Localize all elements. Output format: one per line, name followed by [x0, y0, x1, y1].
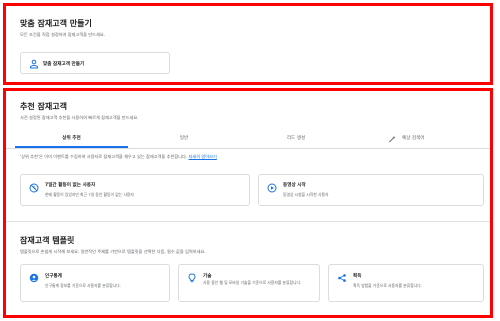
card-title: 기술: [203, 274, 212, 279]
tab-top-picks[interactable]: 상위 추천: [15, 131, 128, 147]
tab-predictive[interactable]: 예상 검색어: [352, 131, 482, 147]
card-title: 동영상 시작: [283, 183, 306, 188]
share-nodes-icon: [338, 274, 346, 282]
card-title: 획득: [353, 274, 362, 279]
no-activity-icon: [29, 183, 39, 193]
sparkle-wand-icon: [389, 135, 396, 143]
recommended-tabs: 상위 추천 일반 리드 생성 예상 검색어: [6, 131, 490, 149]
card-description: 한때 활동이 있었지만 최근 7일 동안 활동이 없는 사용자: [45, 192, 134, 197]
globe-people-icon: [29, 273, 39, 283]
create-custom-audience-label: 맞춤 잠재고객 만들기: [43, 62, 85, 67]
custom-audience-section: 맞춤 잠재고객 만들기 모든 조건을 직접 설정하여 잠재고객을 만드세요. 맞…: [3, 3, 493, 85]
template-card-acquisition[interactable]: 획득 획득 방법을 기준으로 사용자를 분류합니다.: [328, 264, 484, 302]
card-description: 인구통계 정보를 기준으로 사용자를 분류합니다.: [45, 283, 121, 288]
recommended-note-text: '상위 추천'은 이미 이벤트를 수집하여 사용자로 잠재고객을 채우고 있는 …: [20, 154, 188, 159]
card-description: 동영상 시청을 시작한 사용자: [283, 192, 329, 197]
recommended-and-templates-section: 추천 잠재고객 사전 설정된 잠재고객 추천을 사용하여 빠르게 잠재고객을 만…: [3, 88, 493, 318]
play-circle-icon: [267, 183, 277, 193]
card-description: 사용 중인 웹 및 모바일 기술을 기준으로 사용자를 분류합니다.: [203, 280, 302, 285]
custom-audience-subtitle: 모든 조건을 직접 설정하여 잠재고객을 만드세요.: [20, 32, 106, 37]
custom-audience-title: 맞춤 잠재고객 만들기: [20, 19, 92, 28]
tab-predictive-label: 예상 검색어: [402, 136, 425, 141]
lightbulb-icon: [188, 273, 196, 283]
card-title: 7일간 활동이 없는 사용자: [45, 183, 96, 188]
templates-title: 잠재고객 템플릿: [20, 236, 75, 245]
section-divider: [6, 221, 490, 222]
templates-subtitle: 템플릿으로 손쉽게 시작해 보세요. 일반적인 주제를 기반으로 템플릿을 선택…: [20, 249, 206, 254]
recommended-subtitle: 사전 설정된 잠재고객 추천을 사용하여 빠르게 잠재고객을 만드세요.: [20, 115, 139, 120]
card-title: 인구통계: [45, 274, 62, 279]
tab-general[interactable]: 일반: [128, 131, 240, 147]
active-tab-indicator: [15, 146, 128, 148]
learn-more-link[interactable]: 자세히 알아보기: [189, 154, 217, 159]
recommended-note: '상위 추천'은 이미 이벤트를 수집하여 사용자로 잠재고객을 채우고 있는 …: [20, 154, 217, 160]
recommended-title: 추천 잠재고객: [20, 102, 67, 111]
recommended-card-inactive-7-days[interactable]: 7일간 활동이 없는 사용자 한때 활동이 있었지만 최근 7일 동안 활동이 …: [20, 174, 250, 206]
template-card-demographics[interactable]: 인구통계 인구통계 정보를 기준으로 사용자를 분류합니다.: [20, 264, 170, 302]
tab-lead-generation[interactable]: 리드 생성: [240, 131, 352, 147]
create-custom-audience-button[interactable]: 맞춤 잠재고객 만들기: [20, 52, 170, 74]
person-icon: [30, 59, 38, 69]
template-card-technology[interactable]: 기술 사용 중인 웹 및 모바일 기술을 기준으로 사용자를 분류합니다.: [178, 264, 320, 302]
card-description: 획득 방법을 기준으로 사용자를 분류합니다.: [353, 283, 422, 288]
recommended-card-video-start[interactable]: 동영상 시작 동영상 시청을 시작한 사용자: [258, 174, 484, 206]
